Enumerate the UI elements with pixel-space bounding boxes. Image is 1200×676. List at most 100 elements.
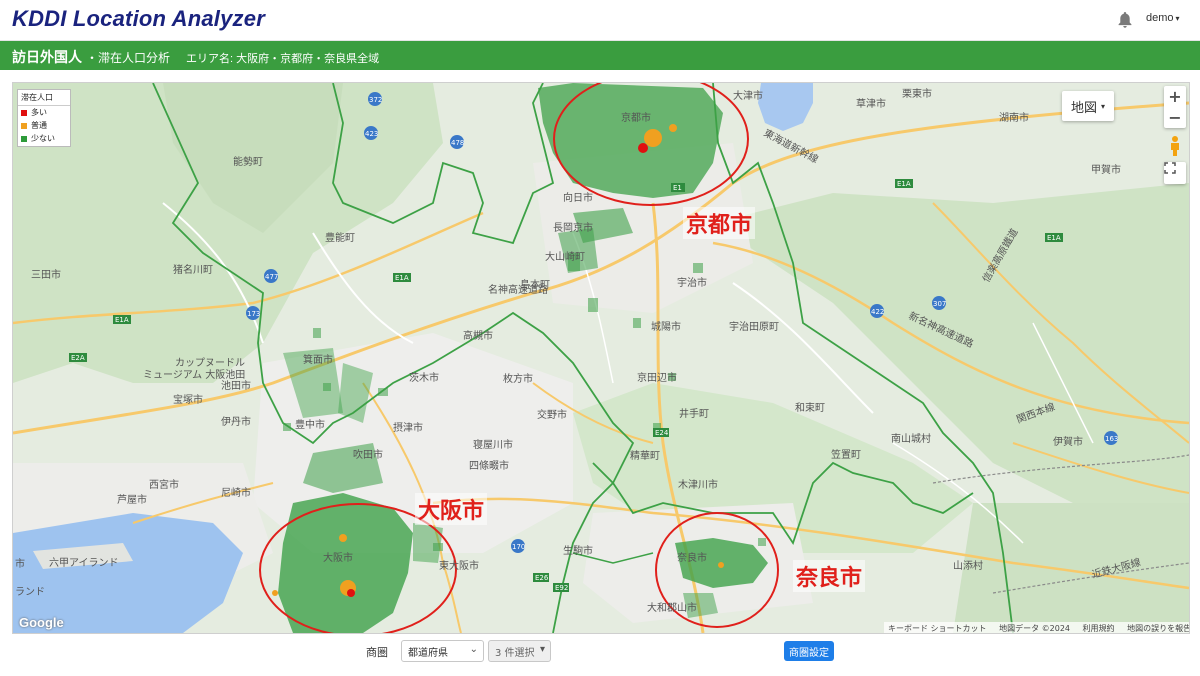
map-label-iga: 伊賀市 [1053, 435, 1083, 448]
legend-item-medium: 普通 [18, 119, 70, 132]
route-shield: E1A [897, 180, 911, 188]
chevron-down-icon: ⌄ [469, 644, 478, 655]
map-label-ikoma: 生駒市 [563, 544, 593, 557]
map-label-takatsuki: 高槻市 [463, 329, 493, 342]
trade-area-label: 商圏 [366, 646, 388, 659]
map-type-selector[interactable]: 地図 ▾ [1062, 91, 1114, 121]
page-title: 訪日外国人 [12, 49, 82, 65]
route-shield: 372 [369, 96, 382, 104]
annotation-osaka: 大阪市 [415, 493, 488, 525]
legend-swatch [21, 135, 27, 142]
map-label-minamiyamashiro: 南山城村 [891, 432, 931, 445]
map-label-takarazuka: 宝塚市 [173, 393, 203, 406]
map-label-kizugawa: 木津川市 [678, 478, 718, 491]
app-logo[interactable]: KDDI Location Analyzer [12, 6, 265, 32]
zoom-in-button[interactable]: + [1164, 86, 1186, 107]
map-label-oyamazaki: 大山崎町 [545, 250, 585, 263]
map-label-sanda: 三田市 [31, 268, 61, 281]
map-label-ujitawara: 宇治田原町 [729, 320, 779, 333]
fullscreen-icon[interactable] [1164, 162, 1186, 184]
map-label-shijonawate: 四條畷市 [469, 459, 509, 472]
user-menu[interactable]: demo ▾ [1146, 12, 1180, 24]
map-label-kasagi: 笠置町 [831, 448, 861, 461]
legend-item-low: 少ない [18, 132, 70, 145]
prefecture-select[interactable]: 都道府県 ⌄ [401, 640, 484, 662]
map-label-nagaokakyo: 長岡京市 [553, 221, 593, 234]
route-shield: 423 [365, 130, 378, 138]
map-label-wazuka: 和束町 [795, 402, 825, 414]
route-shield: E1A [395, 274, 409, 282]
map-label-otsu: 大津市 [733, 89, 763, 102]
map-label-osaka: 大阪市 [323, 551, 353, 564]
legend-swatch [21, 122, 27, 129]
top-navbar: KDDI Location Analyzer demo ▾ [0, 0, 1200, 41]
keyboard-shortcuts-link[interactable]: キーボード ショートカット [888, 624, 987, 633]
map-label-meishin: 名神高速道路 [488, 283, 548, 296]
map-label-inagawa: 猪名川町 [173, 263, 213, 276]
map-label-toyono: 豊能町 [325, 231, 355, 244]
map-label-ikeda: 池田市 [221, 379, 251, 392]
legend-item-high: 多い [18, 106, 70, 119]
map-label-uji: 宇治市 [677, 276, 707, 289]
report-error-link[interactable]: 地図の誤りを報告する [1127, 624, 1189, 633]
map-label-port-island: ランド [15, 586, 45, 598]
route-shield: E1A [1047, 234, 1061, 242]
map-label-itami: 伊丹市 [221, 415, 251, 428]
map-label-ibaraki: 茨木市 [409, 371, 439, 384]
map-label-nose: 能勢町 [233, 155, 263, 168]
map-label-ide: 井手町 [679, 407, 709, 420]
map-canvas[interactable]: 京都市 大津市 草津市 栗東市 湖南市 甲賀市 能勢町 豊能町 猪名川町 三田市… [12, 82, 1190, 634]
map-label-kusatsu: 草津市 [856, 97, 886, 110]
map-label-rokko: 六甲アイランド [49, 557, 119, 569]
map-label-yamato: 大和郡山市 [647, 601, 697, 614]
route-shield: 173 [247, 310, 260, 318]
terms-link[interactable]: 利用規約 [1083, 624, 1115, 633]
title-bar: 訪日外国人 ・滞在人口分析 エリア名: 大阪府・京都府・奈良県全域 [0, 41, 1200, 70]
map-label-kyoto: 京都市 [621, 111, 651, 124]
route-shield: E1A [115, 316, 129, 324]
map-label-yamazoe: 山添村 [953, 559, 983, 572]
route-shield: E92 [555, 584, 568, 592]
map-label-higashiosaka: 東大阪市 [439, 559, 479, 572]
map-label-neyagawa: 寝屋川市 [473, 438, 513, 451]
map-label-konan: 湖南市 [999, 111, 1029, 124]
caret-down-icon: ▾ [1175, 14, 1180, 23]
map-data-credit: 地図データ ©2024 [999, 624, 1070, 633]
caret-down-icon: ▾ [539, 644, 545, 655]
count-select[interactable]: 3 件選択 ▾ [488, 640, 551, 662]
route-shield: E24 [655, 429, 669, 437]
zoom-control: + − [1164, 86, 1186, 128]
page-subtitle: ・滞在人口分析 [86, 51, 171, 65]
bell-icon[interactable] [1117, 11, 1133, 29]
route-shield: E2A [71, 354, 85, 362]
map-label-mukou: 向日市 [563, 191, 593, 204]
trade-area-setting-button[interactable]: 商圏設定 [784, 641, 834, 661]
legend-swatch [21, 109, 27, 116]
map-label-settsu: 摂津市 [393, 421, 423, 434]
annotation-kyoto: 京都市 [683, 207, 756, 239]
route-shield: 478 [451, 139, 464, 147]
population-legend: 滞在人口 多い 普通 少ない [17, 89, 71, 147]
area-name: エリア名: 大阪府・京都府・奈良県全域 [186, 53, 380, 65]
route-shield: 477 [265, 273, 278, 281]
map-label-katano: 交野市 [537, 408, 567, 421]
annotation-nara: 奈良市 [793, 560, 866, 592]
route-shield: 163 [1105, 435, 1118, 443]
map-label-minoh: 箕面市 [303, 353, 333, 366]
map-label-hirakata: 枚方市 [503, 372, 533, 385]
route-shield: E1 [673, 184, 682, 192]
map-attribution: キーボード ショートカット 地図データ ©2024 利用規約 地図の誤りを報告す… [884, 622, 1189, 633]
zoom-out-button[interactable]: − [1164, 107, 1186, 128]
google-logo: Google [19, 615, 64, 630]
map-label-ritto: 栗東市 [902, 87, 932, 100]
caret-down-icon: ▾ [1101, 101, 1106, 111]
route-shield: 422 [871, 308, 884, 316]
map-label-amagasaki: 尼崎市 [221, 486, 251, 499]
bottom-controls: 商圏 都道府県 ⌄ 3 件選択 ▾ 商圏設定 [0, 634, 1200, 676]
map-label-kobe-edge: 市 [15, 557, 25, 570]
route-shield: 170 [512, 543, 525, 551]
legend-title: 滞在人口 [18, 90, 70, 106]
map-label-nara: 奈良市 [677, 551, 707, 564]
map-label-suita: 吹田市 [353, 448, 383, 461]
pegman-icon[interactable] [1167, 135, 1183, 157]
